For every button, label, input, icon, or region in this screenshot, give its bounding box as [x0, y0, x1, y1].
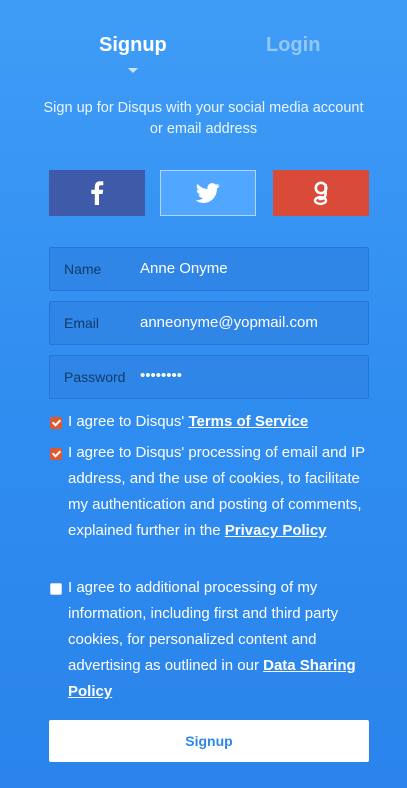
- google-signup-button[interactable]: [273, 170, 369, 216]
- twitter-icon: [196, 183, 220, 203]
- privacy-checkbox[interactable]: [50, 448, 62, 460]
- privacy-consent-text: I agree to Disqus' processing of email a…: [68, 440, 368, 544]
- password-field-value[interactable]: ••••••••: [140, 367, 182, 384]
- password-field[interactable]: Password ••••••••: [49, 355, 369, 399]
- facebook-signup-button[interactable]: [49, 170, 145, 216]
- terms-of-service-link[interactable]: Terms of Service: [188, 413, 308, 430]
- active-tab-caret-icon: [128, 68, 138, 73]
- password-field-label: Password: [64, 369, 126, 385]
- facebook-icon: [90, 181, 104, 205]
- data-sharing-consent-text: I agree to additional processing of my i…: [68, 575, 368, 705]
- data-sharing-checkbox[interactable]: [50, 583, 62, 595]
- email-field-label: Email: [64, 315, 100, 331]
- google-icon: [312, 180, 330, 206]
- name-field-label: Name: [64, 261, 102, 277]
- signup-button[interactable]: Signup: [49, 720, 369, 762]
- tos-checkbox[interactable]: [50, 417, 62, 429]
- tab-login[interactable]: Login: [266, 34, 320, 57]
- twitter-signup-button[interactable]: [160, 170, 256, 216]
- tos-consent-text: I agree to Disqus' Terms of Service: [68, 409, 368, 435]
- name-field[interactable]: Name Anne Onyme: [49, 247, 369, 291]
- email-field[interactable]: Email anneonyme@yopmail.com: [49, 301, 369, 345]
- auth-tabs: Signup Login: [0, 34, 407, 74]
- tos-consent-label: I agree to Disqus': [68, 413, 189, 430]
- email-field-value[interactable]: anneonyme@yopmail.com: [140, 314, 318, 331]
- intro-text: Sign up for Disqus with your social medi…: [43, 100, 364, 137]
- tab-signup[interactable]: Signup: [99, 34, 167, 57]
- privacy-policy-link[interactable]: Privacy Policy: [225, 522, 327, 539]
- name-field-value[interactable]: Anne Onyme: [140, 260, 228, 277]
